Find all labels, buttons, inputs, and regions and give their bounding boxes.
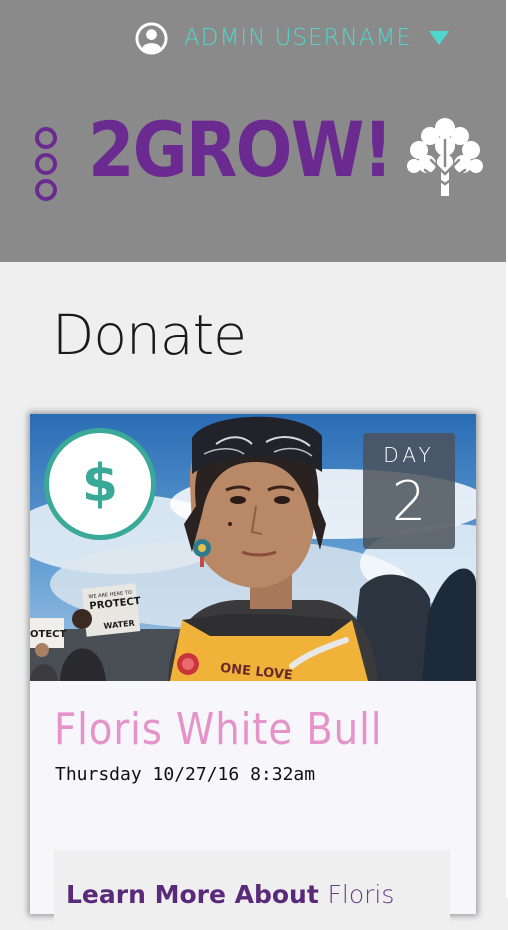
- learn-more-panel: Learn More About Floris: [54, 850, 450, 930]
- donate-button[interactable]: $: [44, 428, 156, 540]
- username-label[interactable]: ADMIN USERNAME: [184, 25, 412, 51]
- person-name[interactable]: Floris White Bull: [54, 704, 382, 755]
- user-circle-icon: [135, 21, 168, 55]
- caret-down-icon[interactable]: [428, 31, 449, 45]
- page-title: Donate: [52, 303, 247, 367]
- learn-more-label: Learn More About: [66, 880, 328, 909]
- app-logo[interactable]: 2GROW!: [88, 112, 393, 188]
- day-counter: DAY 2: [363, 433, 455, 549]
- user-menu[interactable]: ADMIN USERNAME: [134, 20, 449, 56]
- post-date: Thursday 10/27/16 8:32am: [55, 764, 316, 785]
- tree-icon: [407, 118, 483, 196]
- profile-photo: PROTECT WE ARE HERE TO WATER OTECT ONE L…: [30, 414, 476, 681]
- day-label: DAY: [383, 443, 435, 467]
- learn-more-link[interactable]: Learn More About Floris: [66, 880, 394, 909]
- donation-card[interactable]: PROTECT WE ARE HERE TO WATER OTECT ONE L…: [30, 414, 476, 930]
- menu-icon[interactable]: [34, 127, 58, 201]
- dollar-icon: $: [81, 454, 119, 514]
- app-header: ADMIN USERNAME 2GROW!: [0, 0, 506, 262]
- learn-more-name: Floris: [327, 880, 395, 909]
- sign-text-left: OTECT: [30, 629, 66, 640]
- day-number: 2: [391, 470, 427, 533]
